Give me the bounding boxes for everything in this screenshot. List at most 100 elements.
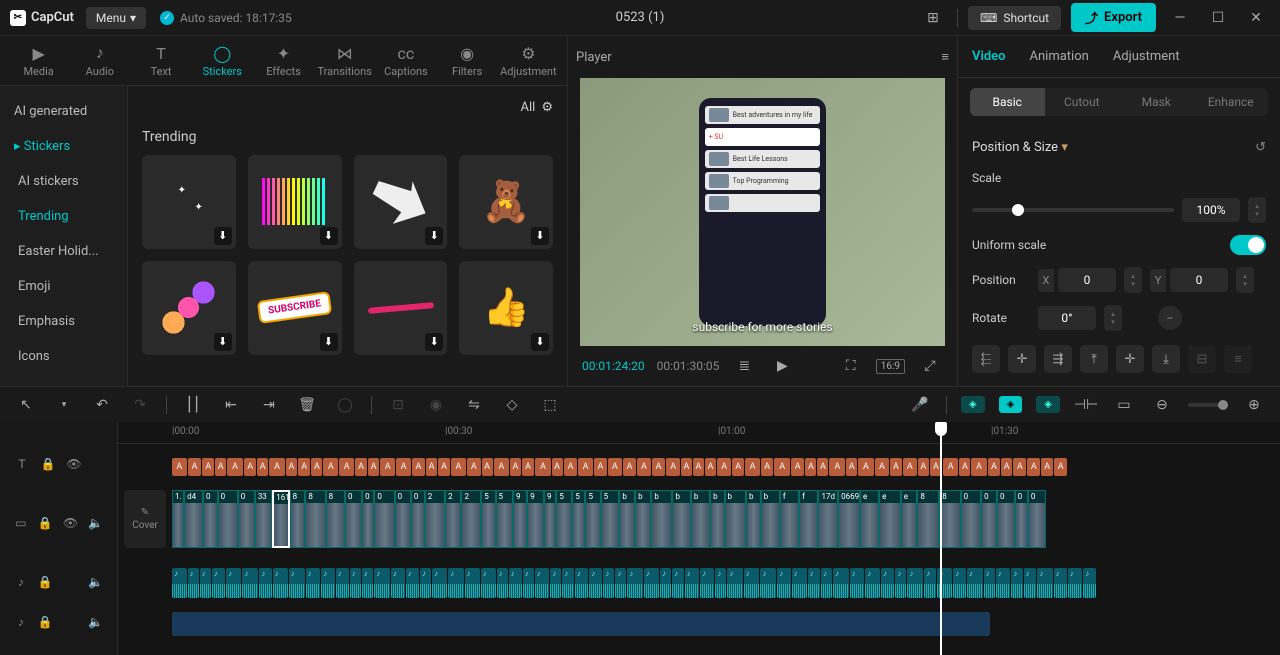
caption-clip[interactable]: A: [451, 458, 466, 476]
audio-clip[interactable]: [350, 568, 361, 598]
category-emphasis[interactable]: Emphasis: [0, 304, 127, 339]
rotate-tool[interactable]: ◇: [500, 393, 524, 417]
close-button[interactable]: ✕: [1242, 6, 1270, 30]
video-clip[interactable]: 8: [917, 490, 939, 548]
video-clip[interactable]: 8: [305, 490, 325, 548]
caption-clip[interactable]: A: [805, 458, 816, 476]
video-clip[interactable]: 2: [461, 490, 481, 548]
download-icon[interactable]: ⬇: [320, 227, 338, 245]
caption-clip[interactable]: A: [637, 458, 650, 476]
caption-clip[interactable]: A: [1041, 458, 1053, 476]
audio-clip[interactable]: [777, 568, 791, 598]
lock-icon[interactable]: 🔒: [40, 457, 56, 471]
audio-clip[interactable]: [259, 568, 271, 598]
audio-clip[interactable]: [523, 568, 534, 598]
media-tab-stickers[interactable]: ◯Stickers: [192, 36, 253, 85]
video-clip[interactable]: 0: [961, 490, 981, 548]
player-menu-icon[interactable]: ≡: [941, 49, 949, 65]
category-icons[interactable]: Icons: [0, 339, 127, 374]
caption-clip[interactable]: A: [918, 458, 929, 476]
music-clip[interactable]: [172, 612, 990, 636]
caption-clip[interactable]: A: [355, 458, 367, 476]
video-clip[interactable]: 0: [238, 490, 255, 548]
pointer-tool[interactable]: ↖: [14, 393, 38, 417]
category-stickers[interactable]: ▸ Stickers: [0, 129, 127, 164]
caption-clip[interactable]: A: [705, 458, 716, 476]
video-track[interactable]: ✎ Cover 1.d40003316188800000222559995555…: [118, 490, 1280, 562]
caption-clip[interactable]: A: [1054, 458, 1067, 476]
video-clip[interactable]: 0: [411, 490, 425, 548]
video-clip[interactable]: 9: [527, 490, 544, 548]
audio-clip[interactable]: [242, 568, 258, 598]
align-left-button[interactable]: ⬱: [972, 345, 1000, 373]
position-y-input[interactable]: [1170, 268, 1228, 292]
caption-clip[interactable]: A: [903, 458, 917, 476]
eye-icon[interactable]: 👁: [66, 457, 82, 471]
video-preview[interactable]: Best adventures in my life + SU Best Lif…: [580, 78, 945, 346]
audio-clip[interactable]: [273, 568, 288, 598]
video-clip[interactable]: 0: [1028, 490, 1046, 548]
audio-clip[interactable]: [362, 568, 374, 598]
video-clip[interactable]: b: [710, 490, 724, 548]
caption-clip[interactable]: A: [652, 458, 666, 476]
audio-clip[interactable]: [535, 568, 549, 598]
tool-6[interactable]: ◯: [333, 393, 357, 417]
media-tab-captions[interactable]: ccCaptions: [375, 36, 436, 85]
section-position-size[interactable]: Position & Size ▾: [972, 140, 1068, 155]
video-clip[interactable]: 0: [345, 490, 362, 548]
zoom-in-button[interactable]: ⊕: [1242, 393, 1266, 417]
uniform-scale-toggle[interactable]: [1230, 235, 1266, 255]
position-x-input[interactable]: [1058, 268, 1116, 292]
audio-clip[interactable]: [895, 568, 906, 598]
media-tab-effects[interactable]: ✦Effects: [253, 36, 314, 85]
y-spinner[interactable]: ▴▾: [1236, 267, 1254, 293]
redo-button[interactable]: ↷: [128, 393, 152, 417]
media-tab-text[interactable]: TText: [130, 36, 191, 85]
caption-clip[interactable]: A: [1027, 458, 1040, 476]
audio-clip[interactable]: [188, 568, 199, 598]
video-clip[interactable]: 161: [272, 490, 289, 548]
reset-icon[interactable]: ↺: [1255, 140, 1266, 155]
inspector-subtab-mask[interactable]: Mask: [1119, 88, 1194, 116]
inspector-subtab-cutout[interactable]: Cutout: [1045, 88, 1120, 116]
audio-clip[interactable]: [497, 568, 508, 598]
audio-clip[interactable]: [821, 568, 832, 598]
video-clip[interactable]: e: [860, 490, 879, 548]
video-clip[interactable]: b: [746, 490, 761, 548]
video-clip[interactable]: 0: [997, 490, 1015, 548]
video-clip[interactable]: 5: [572, 490, 585, 548]
split-tool[interactable]: ⎮⎮: [181, 393, 205, 417]
video-clip[interactable]: 8: [326, 490, 345, 548]
sticker-item[interactable]: ⬇: [142, 261, 236, 355]
media-tab-transitions[interactable]: ⋈Transitions: [314, 36, 375, 85]
audio-track[interactable]: [118, 568, 1280, 602]
audio-clip[interactable]: [700, 568, 714, 598]
caption-clip[interactable]: A: [215, 458, 226, 476]
video-clip[interactable]: f: [799, 490, 818, 548]
music-track-icon[interactable]: ♪: [14, 615, 28, 629]
caption-clip[interactable]: A: [971, 458, 986, 476]
mute-icon[interactable]: 🔈: [88, 575, 103, 589]
mic-button[interactable]: 🎤: [908, 393, 932, 417]
caption-clip[interactable]: A: [959, 458, 970, 476]
caption-clip[interactable]: A: [298, 458, 310, 476]
caption-clip[interactable]: A: [380, 458, 395, 476]
caption-clip[interactable]: A: [988, 458, 1000, 476]
x-spinner[interactable]: ▴▾: [1124, 267, 1142, 293]
caption-clip[interactable]: A: [412, 458, 425, 476]
tool-7[interactable]: ⊡: [386, 393, 410, 417]
caption-clip[interactable]: A: [482, 458, 493, 476]
align-button-8[interactable]: ≡: [1224, 345, 1252, 373]
download-icon[interactable]: ⬇: [425, 333, 443, 351]
media-tab-media[interactable]: ▶Media: [8, 36, 69, 85]
media-tab-adjustment[interactable]: ⚙Adjustment: [498, 36, 559, 85]
layout-icon[interactable]: ⊞: [919, 6, 947, 30]
audio-clip[interactable]: [1068, 568, 1082, 598]
caption-clip[interactable]: A: [311, 458, 322, 476]
video-clip[interactable]: 5: [556, 490, 572, 548]
zoom-out-button[interactable]: ⊖: [1150, 393, 1174, 417]
audio-clip[interactable]: [589, 568, 602, 598]
fullscreen-icon[interactable]: ⤢: [917, 353, 943, 379]
sticker-item[interactable]: 👍⬇: [459, 261, 553, 355]
audio-clip[interactable]: [660, 568, 671, 598]
